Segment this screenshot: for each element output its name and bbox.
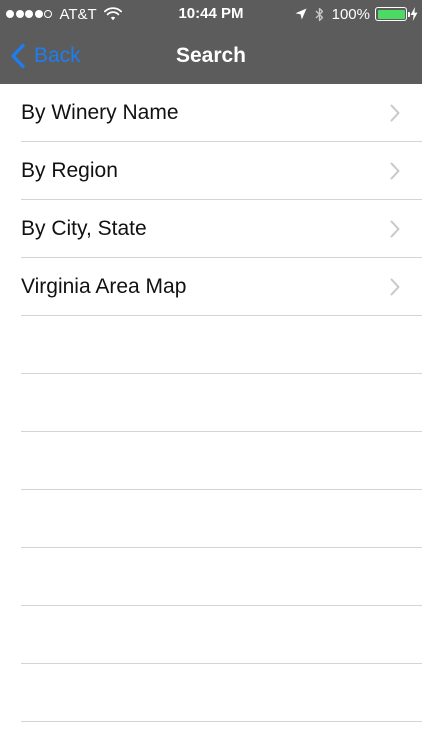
battery-fill [377, 9, 405, 19]
status-bar: AT&T 10:44 PM 100% [0, 0, 422, 28]
list-item-label: Virginia Area Map [21, 275, 187, 298]
list-item-by-region[interactable]: By Region [0, 142, 422, 200]
empty-row [0, 432, 422, 490]
charging-icon [410, 7, 418, 21]
list-item-by-city-state[interactable]: By City, State [0, 200, 422, 258]
list-item-by-winery-name[interactable]: By Winery Name [0, 84, 422, 142]
battery-nub [407, 11, 410, 17]
chevron-right-icon [390, 104, 400, 122]
location-icon [295, 8, 307, 20]
chevron-right-icon [390, 220, 400, 238]
empty-row [0, 664, 422, 722]
list-item-label: By Winery Name [21, 101, 179, 124]
battery-icon [375, 7, 410, 21]
empty-row [0, 490, 422, 548]
empty-row [0, 548, 422, 606]
list-item-label: By Region [21, 159, 118, 182]
navigation-bar: Back Search [0, 28, 422, 84]
status-right: 100% [295, 5, 418, 23]
list-item-label: By City, State [21, 217, 147, 240]
empty-row [0, 606, 422, 664]
chevron-right-icon [390, 162, 400, 180]
battery-percentage: 100% [331, 5, 370, 23]
page-title: Search [175, 44, 247, 67]
search-options-list: By Winery Name By Region By City, State … [0, 84, 422, 722]
empty-row [0, 316, 422, 374]
empty-row [0, 374, 422, 432]
list-item-virginia-area-map[interactable]: Virginia Area Map [0, 258, 422, 316]
chevron-right-icon [390, 278, 400, 296]
bluetooth-icon [315, 7, 323, 21]
screen: AT&T 10:44 PM 100% Back Search By Winery… [0, 0, 422, 750]
